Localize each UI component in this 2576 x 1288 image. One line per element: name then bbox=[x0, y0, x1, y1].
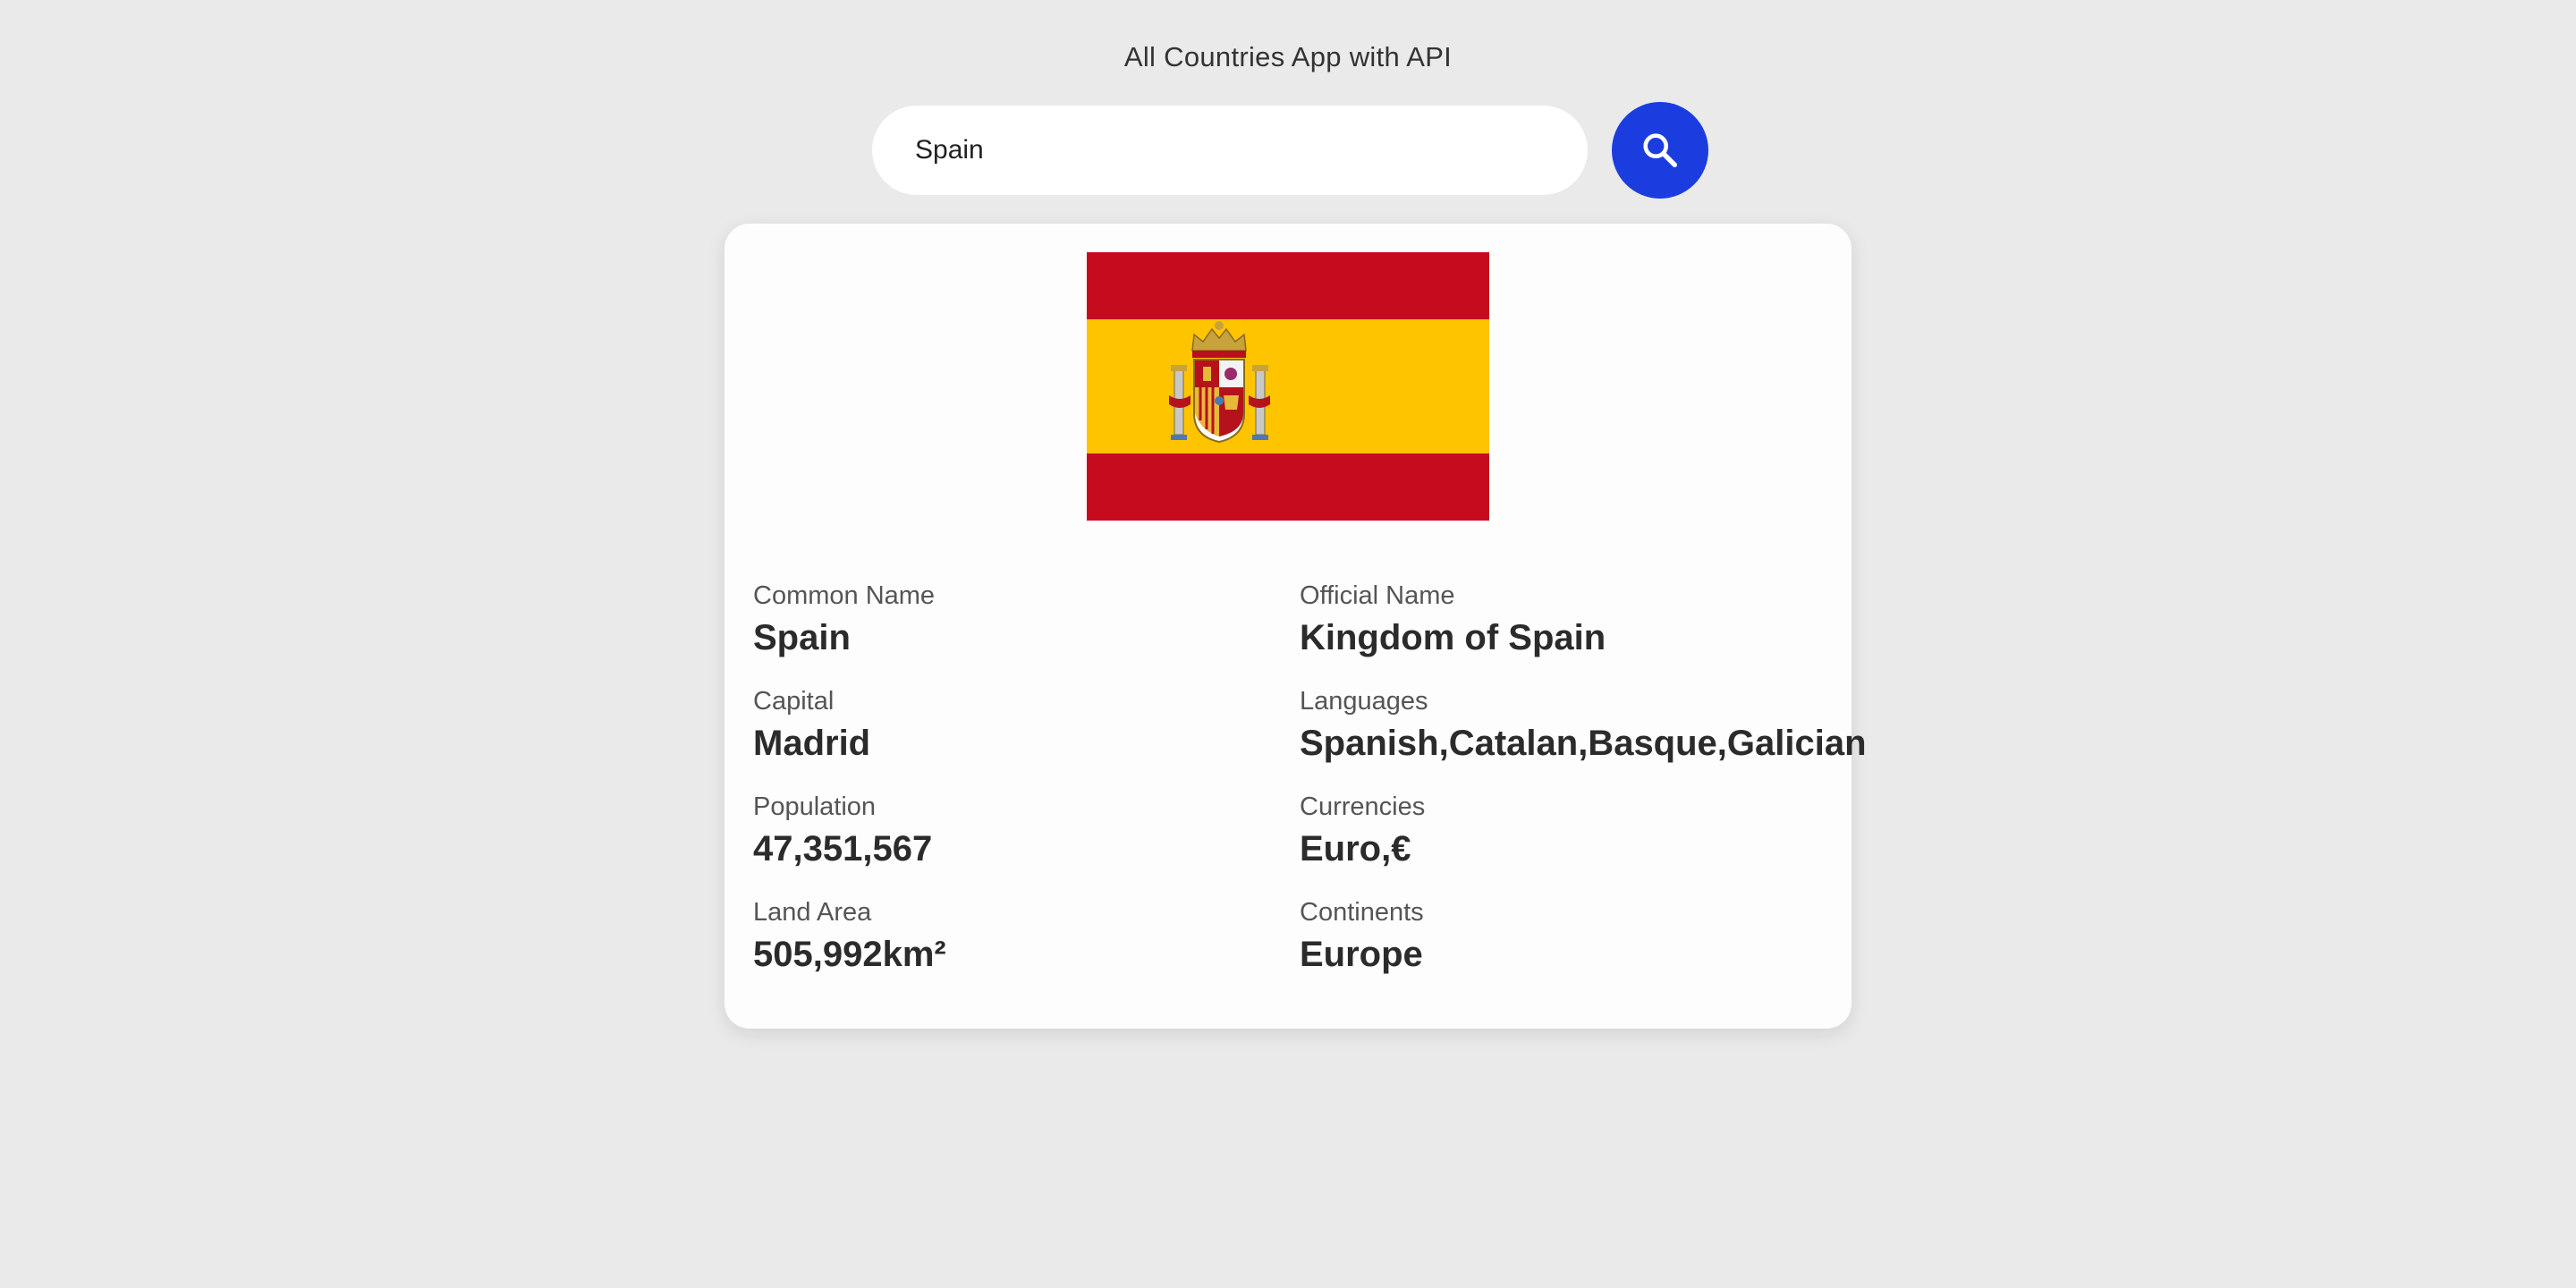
info-value: Kingdom of Spain bbox=[1300, 618, 1606, 657]
info-value: Spanish,Catalan,Basque,Galician bbox=[1300, 724, 1867, 763]
info-official-name: Official Name Kingdom of Spain bbox=[1300, 580, 1836, 660]
info-common-name: Common Name Spain bbox=[753, 580, 1290, 660]
search-input[interactable] bbox=[872, 106, 1588, 195]
info-currencies: Currencies Euro,€ bbox=[1300, 791, 1836, 871]
info-capital: Capital Madrid bbox=[753, 685, 1290, 766]
info-label: Population bbox=[753, 792, 877, 821]
info-value: 505,992km² bbox=[753, 935, 946, 974]
country-card: Common Name Spain Official Name Kingdom … bbox=[724, 224, 1867, 1029]
search-icon bbox=[1643, 133, 1677, 167]
info-label: Languages bbox=[1300, 687, 1428, 716]
info-value: Europe bbox=[1300, 935, 1423, 974]
info-land-area: Land Area 505,992km² bbox=[753, 896, 1290, 977]
info-label: Official Name bbox=[1300, 581, 1455, 610]
search-button[interactable] bbox=[1612, 102, 1708, 199]
spain-flag-image bbox=[1087, 252, 1489, 521]
page-title: All Countries App with API bbox=[1123, 41, 1453, 72]
info-population: Population 47,351,567 bbox=[753, 791, 1290, 871]
search-bar bbox=[872, 102, 1708, 199]
app-root: All Countries App with API Spain Common … bbox=[0, 0, 2576, 1288]
info-continents: Continents Europe bbox=[1300, 896, 1836, 977]
info-value: Spain bbox=[753, 618, 851, 657]
info-languages: Languages Spanish,Catalan,Basque,Galicia… bbox=[1300, 685, 1867, 766]
info-label: Common Name bbox=[753, 581, 936, 610]
info-value: Euro,€ bbox=[1300, 829, 1411, 869]
info-label: Continents bbox=[1300, 898, 1424, 927]
info-value: 47,351,567 bbox=[753, 829, 933, 869]
info-label: Capital bbox=[753, 687, 835, 716]
info-value: Madrid bbox=[753, 724, 871, 763]
info-label: Currencies bbox=[1300, 792, 1426, 821]
info-label: Land Area bbox=[753, 898, 872, 927]
